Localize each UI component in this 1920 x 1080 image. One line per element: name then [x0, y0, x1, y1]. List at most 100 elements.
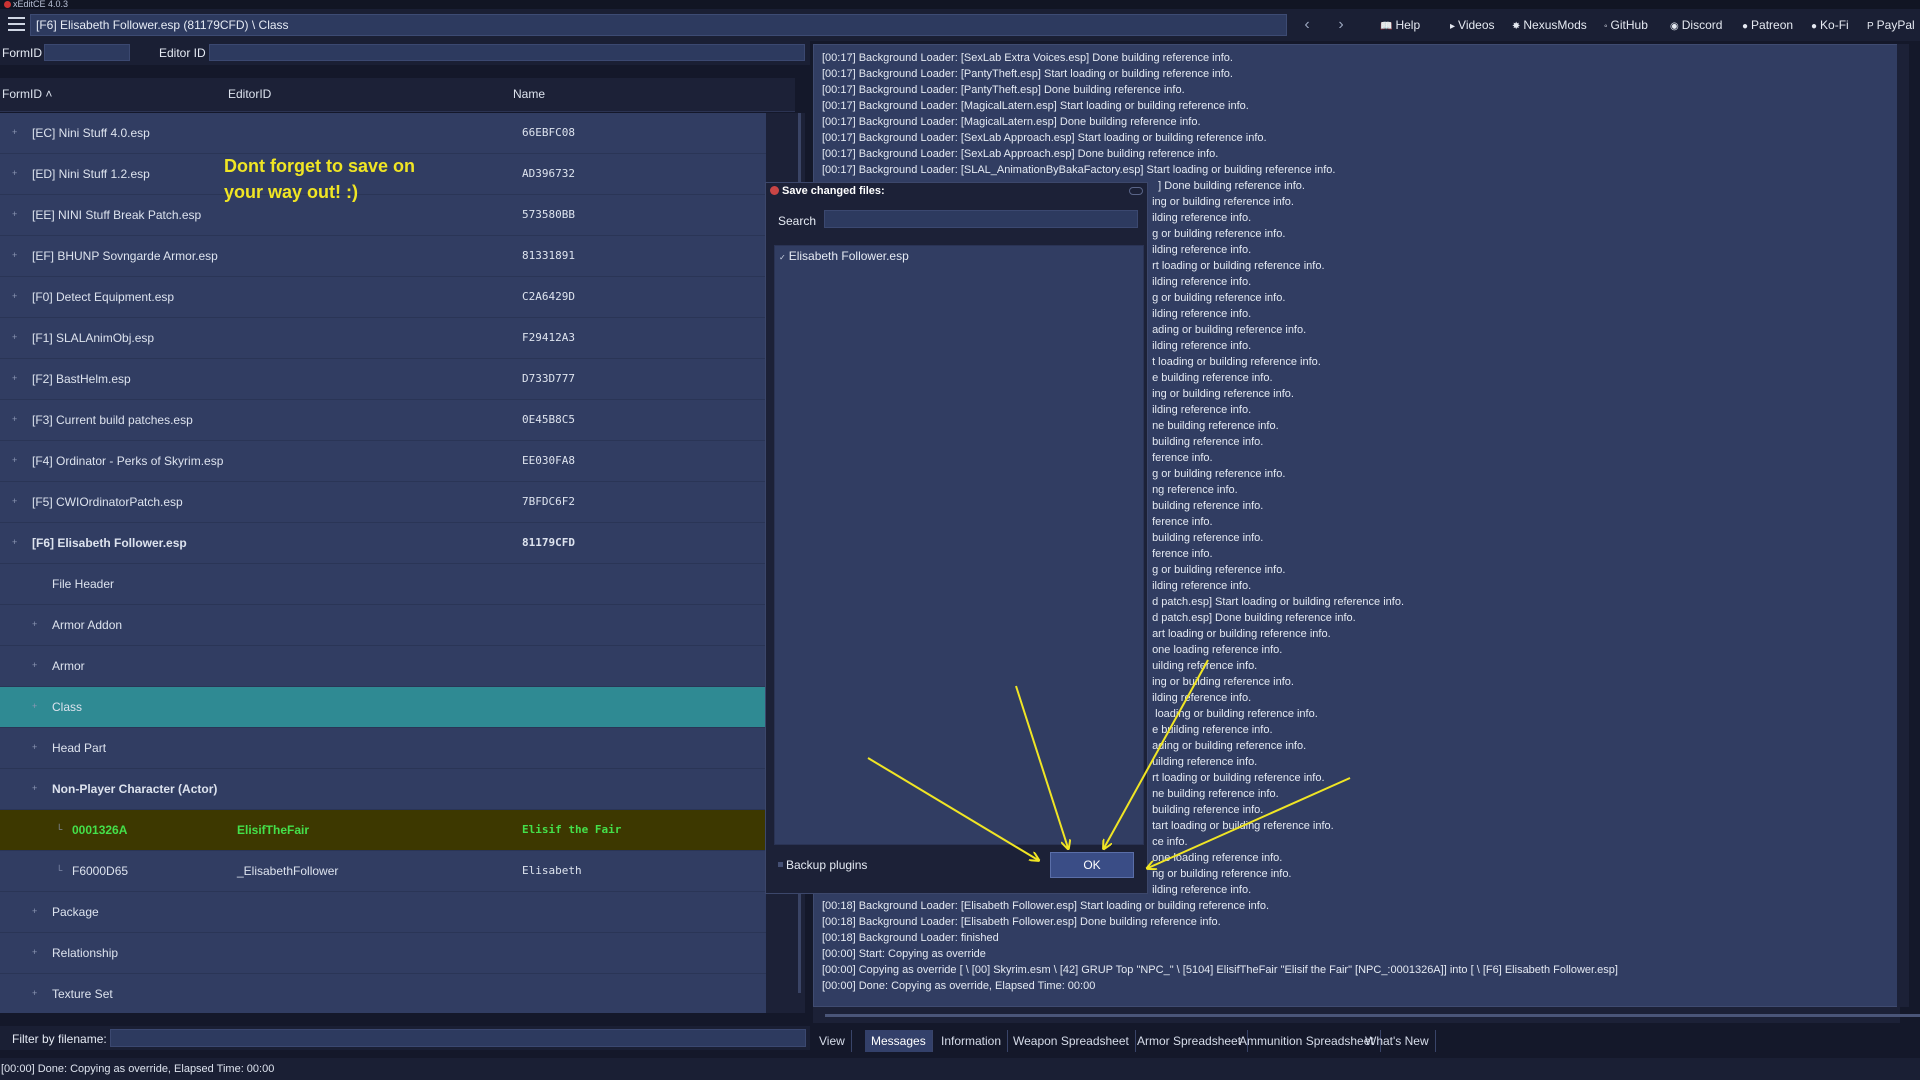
tree-cell-c1: Armor Addon: [52, 618, 123, 632]
column-formid[interactable]: FormID ˄: [2, 87, 52, 101]
file-list-item[interactable]: ✓ Elisabeth Follower.esp: [779, 249, 909, 263]
nexus-icon: ✸: [1512, 21, 1521, 32]
tree-cell-c1: [EC] Nini Stuff 4.0.esp: [32, 126, 150, 140]
message-line: [00:17] Background Loader: [PantyTheft.e…: [822, 84, 1185, 96]
tree-cell-c3: Elisif the Fair: [522, 823, 622, 836]
expand-icon[interactable]: +: [12, 209, 17, 219]
tree-row[interactable]: + Armor Addon: [0, 605, 766, 646]
tree-row[interactable]: + Non-Player Character (Actor): [0, 769, 766, 810]
tree-cell-c1: Package: [52, 905, 99, 919]
backup-plugins-checkbox[interactable]: Backup plugins: [778, 858, 867, 872]
window-title: xEditCE 4.0.3: [0, 0, 1920, 9]
messages-hscrollbar[interactable]: [813, 1007, 1920, 1023]
tree-row[interactable]: + [EC] Nini Stuff 4.0.esp 66EBFC08: [0, 113, 766, 154]
expand-icon[interactable]: +: [12, 168, 17, 178]
tree-row[interactable]: └ F6000D65 _ElisabethFollower Elisabeth: [0, 851, 766, 892]
message-line: [00:00] Done: Copying as override, Elaps…: [822, 980, 1096, 992]
expand-icon[interactable]: +: [32, 701, 37, 711]
tab-information[interactable]: Information: [935, 1030, 1009, 1052]
tree-row[interactable]: + [F1] SLALAnimObj.esp F29412A3: [0, 318, 766, 359]
checkbox-icon[interactable]: [778, 862, 783, 867]
message-line: [00:17] Background Loader: [SLAL_Animati…: [822, 164, 1336, 176]
message-line: [00:18] Background Loader: finished: [822, 932, 999, 944]
tree-row[interactable]: + Texture Set: [0, 974, 766, 1013]
tab-view[interactable]: View: [813, 1030, 852, 1052]
expand-icon[interactable]: +: [32, 619, 37, 629]
expand-icon[interactable]: +: [12, 127, 17, 137]
link-discord[interactable]: ◉ Discord: [1670, 16, 1722, 34]
expand-icon[interactable]: +: [12, 537, 17, 547]
message-line: [00:18] Background Loader: [Elisabeth Fo…: [822, 916, 1221, 928]
expand-icon[interactable]: +: [12, 455, 17, 465]
expand-icon[interactable]: +: [12, 250, 17, 260]
tab-weapon-spreadsheet[interactable]: Weapon Spreadsheet: [1007, 1030, 1136, 1052]
formid-input[interactable]: [44, 44, 130, 61]
column-editorid[interactable]: EditorID: [228, 87, 271, 101]
expand-icon[interactable]: +: [32, 783, 37, 793]
tree-row[interactable]: + Armor: [0, 646, 766, 687]
checkmark-icon[interactable]: ✓: [779, 253, 786, 262]
message-line: [00:17] Background Loader: [PantyTheft.e…: [822, 68, 1233, 80]
tree-row[interactable]: + Head Part: [0, 728, 766, 769]
tree-cell-c1: [F4] Ordinator - Perks of Skyrim.esp: [32, 454, 224, 468]
tab-armor-spreadsheet[interactable]: Armor Spreadsheet: [1131, 1030, 1249, 1052]
record-path: [F6] Elisabeth Follower.esp (81179CFD) \…: [30, 14, 1287, 36]
dialog-title: Save changed files:: [770, 185, 885, 197]
expand-icon[interactable]: +: [12, 414, 17, 424]
tab-messages[interactable]: Messages: [865, 1030, 933, 1052]
tree-row[interactable]: + [F3] Current build patches.esp 0E45B8C5: [0, 400, 766, 441]
tree-row[interactable]: + [F6] Elisabeth Follower.esp 81179CFD: [0, 523, 766, 564]
link-nexusmods[interactable]: ✸ NexusMods: [1512, 16, 1587, 34]
tree-cell-c1: [F2] BastHelm.esp: [32, 372, 131, 386]
expand-icon[interactable]: +: [12, 496, 17, 506]
expand-icon[interactable]: +: [32, 742, 37, 752]
ok-button[interactable]: OK: [1050, 852, 1134, 878]
link-ko-fi[interactable]: ● Ko-Fi: [1811, 16, 1849, 34]
expand-icon[interactable]: +: [32, 660, 37, 670]
tree-row[interactable]: + [F0] Detect Equipment.esp C2A6429D: [0, 277, 766, 318]
save-changed-files-dialog: Save changed files: Search ✓ Elisabeth Fo…: [765, 182, 1148, 894]
expand-icon[interactable]: +: [32, 947, 37, 957]
kofi-icon: ●: [1811, 21, 1818, 32]
link-github[interactable]: ◦ GitHub: [1604, 16, 1648, 34]
expand-icon[interactable]: +: [32, 988, 37, 998]
filter-input[interactable]: [110, 1029, 806, 1047]
expand-icon[interactable]: +: [12, 291, 17, 301]
tree-cell-c3: F29412A3: [522, 331, 575, 344]
link-paypal[interactable]: P PayPal: [1867, 16, 1915, 34]
dialog-search-input[interactable]: [824, 210, 1138, 228]
tree-cell-c3: 81331891: [522, 249, 575, 262]
record-tree[interactable]: + [EC] Nini Stuff 4.0.esp 66EBFC08 + [ED] Ni…: [0, 113, 766, 1013]
formid-label: FormID: [2, 46, 42, 60]
tree-row[interactable]: File Header: [0, 564, 766, 605]
message-line: [00:17] Background Loader: [MagicalLater…: [822, 116, 1201, 128]
tree-cell-c3: C2A6429D: [522, 290, 575, 303]
forward-arrow-icon[interactable]: ›: [1331, 15, 1351, 35]
tree-cell-c1: Head Part: [52, 741, 107, 755]
discord-icon: ◉: [1670, 21, 1679, 32]
back-arrow-icon[interactable]: ‹: [1297, 15, 1317, 35]
tree-row[interactable]: + [F2] BastHelm.esp D733D777: [0, 359, 766, 400]
expand-icon[interactable]: +: [12, 373, 17, 383]
tree-row[interactable]: + Package: [0, 892, 766, 933]
expand-icon[interactable]: +: [12, 332, 17, 342]
tree-row[interactable]: + Relationship: [0, 933, 766, 974]
tree-branch-icon: └: [56, 824, 63, 834]
link-help[interactable]: 📖 Help: [1380, 16, 1420, 34]
editorid-input[interactable]: [209, 44, 805, 61]
dialog-window-buttons[interactable]: [1129, 187, 1143, 195]
link-videos[interactable]: ▸ Videos: [1450, 16, 1495, 34]
messages-vscrollbar[interactable]: [1897, 44, 1909, 1007]
link-patreon[interactable]: ● Patreon: [1742, 16, 1793, 34]
column-name[interactable]: Name: [513, 87, 545, 101]
expand-icon[interactable]: +: [32, 906, 37, 916]
tree-row[interactable]: + [EF] BHUNP Sovngarde Armor.esp 81331891: [0, 236, 766, 277]
tree-row[interactable]: + [F5] CWIOrdinatorPatch.esp 7BFDC6F2: [0, 482, 766, 523]
message-line: [00:17] Background Loader: [SexLab Appro…: [822, 148, 1219, 160]
tree-row[interactable]: + Class: [0, 687, 766, 728]
tree-row[interactable]: + [F4] Ordinator - Perks of Skyrim.esp EE0…: [0, 441, 766, 482]
tab-what-s-new[interactable]: What's New: [1359, 1030, 1436, 1052]
tree-row[interactable]: └ 0001326A ElisifTheFair Elisif the Fair: [0, 810, 766, 851]
message-line: [00:18] Background Loader: [Elisabeth Fo…: [822, 900, 1269, 912]
hamburger-menu-icon[interactable]: [8, 17, 25, 31]
